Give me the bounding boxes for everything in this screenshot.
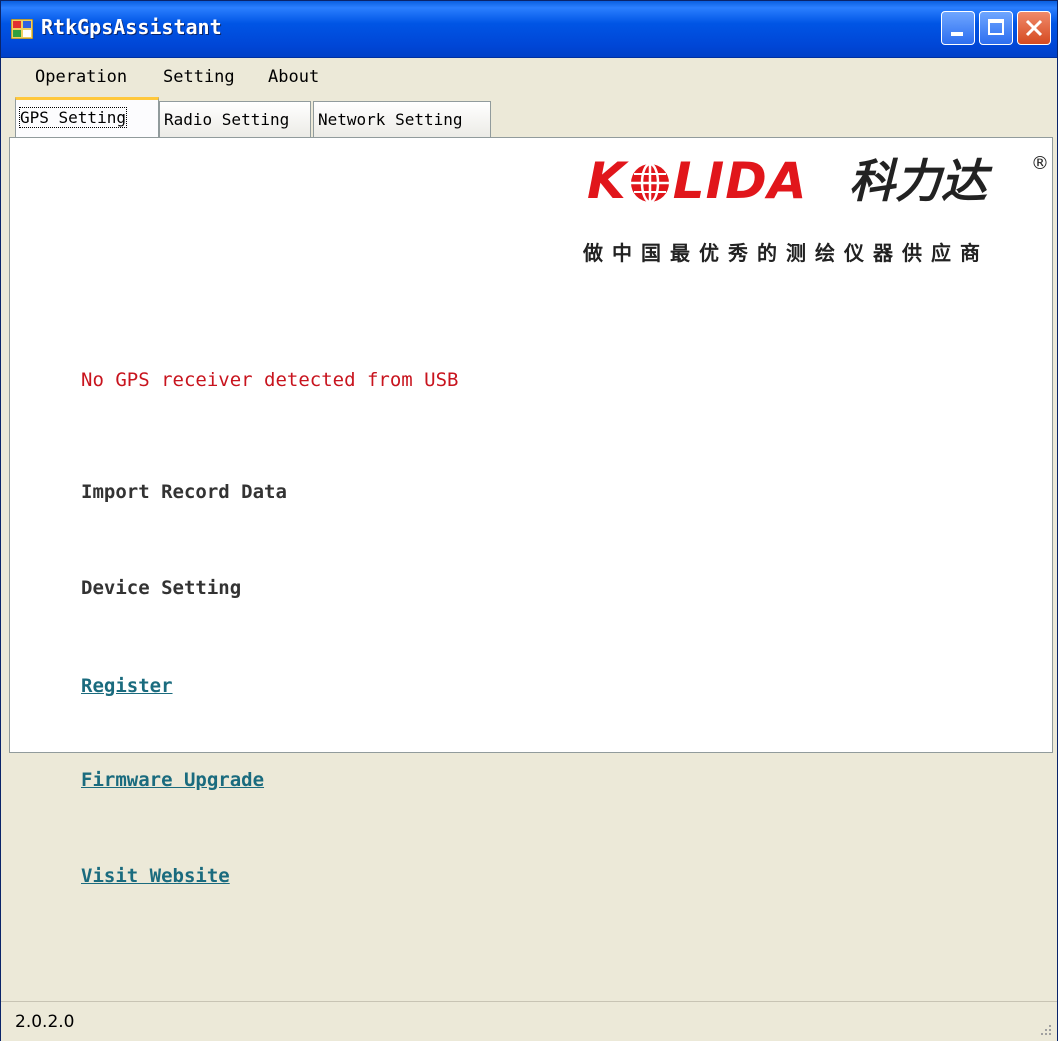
register-link[interactable]: Register: [81, 675, 173, 697]
maximize-button[interactable]: [979, 11, 1013, 45]
firmware-upgrade-link[interactable]: Firmware Upgrade: [81, 769, 264, 791]
minimize-button[interactable]: [941, 11, 975, 45]
logo-slogan: 做中国最优秀的测绘仪器供应商: [583, 241, 989, 265]
device-setting-link[interactable]: Device Setting: [81, 577, 241, 599]
maximize-icon: [988, 19, 1004, 35]
logo-letters-lida: LIDA: [672, 152, 808, 210]
registered-mark: ®: [1031, 153, 1049, 174]
tab-gps-setting-label: GPS Setting: [19, 107, 127, 128]
tab-network-setting[interactable]: Network Setting: [313, 101, 491, 137]
menu-bar: Operation Setting About: [1, 58, 1057, 96]
logo-letter-k: K: [587, 152, 627, 210]
tab-radio-setting-label: Radio Setting: [164, 110, 290, 129]
visit-website-link[interactable]: Visit Website: [81, 865, 230, 887]
tab-gps-setting[interactable]: GPS Setting: [15, 97, 159, 137]
tab-network-setting-label: Network Setting: [318, 110, 463, 129]
version-label: 2.0.2.0: [15, 1012, 75, 1032]
usb-status-message: No GPS receiver detected from USB: [81, 369, 459, 391]
title-bar[interactable]: RtkGpsAssistant: [1, 1, 1057, 58]
app-icon: [10, 18, 34, 40]
tab-radio-setting[interactable]: Radio Setting: [159, 101, 311, 137]
globe-icon: [630, 162, 669, 204]
minimize-icon: [951, 32, 963, 36]
kolida-logo: K LIDA 科力达 ® 做中国最优秀的测绘仪器供应商: [577, 141, 1053, 281]
app-window: RtkGpsAssistant Operation Setting About …: [0, 0, 1058, 1041]
logo-chinese-name: 科力达: [849, 154, 987, 208]
close-icon: [1025, 19, 1043, 37]
import-record-data-link[interactable]: Import Record Data: [81, 481, 287, 503]
status-bar: 2.0.2.0: [1, 1001, 1057, 1041]
close-button[interactable]: [1017, 11, 1051, 45]
menu-about[interactable]: About: [268, 67, 319, 87]
logo-wordmark: K LIDA: [587, 151, 807, 211]
menu-setting[interactable]: Setting: [163, 67, 235, 87]
menu-operation[interactable]: Operation: [35, 67, 127, 87]
window-title: RtkGpsAssistant: [41, 15, 222, 39]
resize-grip-icon[interactable]: [1037, 1021, 1053, 1037]
